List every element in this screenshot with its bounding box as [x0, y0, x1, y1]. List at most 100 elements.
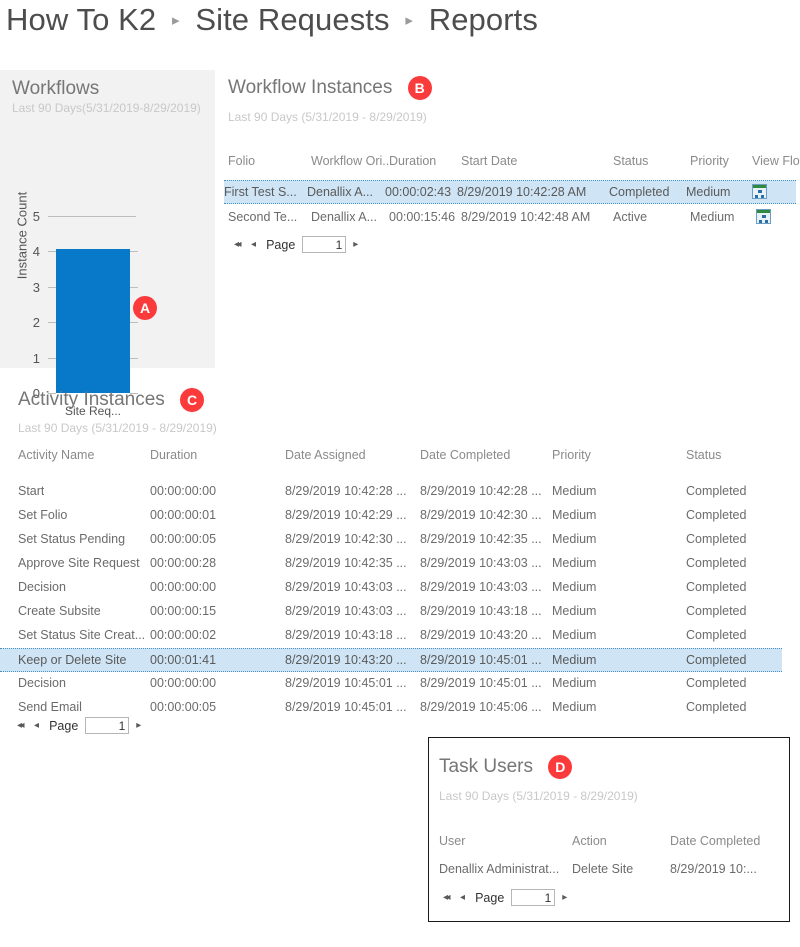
bar-site-requests[interactable]: [56, 249, 130, 393]
breadcrumb: How To K2 ▸ Site Requests ▸ Reports: [6, 2, 538, 38]
annotation-badge-c: C: [180, 388, 204, 412]
cell-start-date: 8/29/2019 10:42:48 AM: [461, 210, 590, 224]
cell-activity-name: Keep or Delete Site: [18, 653, 126, 667]
view-flow-icon[interactable]: [752, 184, 767, 199]
table-row[interactable]: Keep or Delete Site 00:00:01:41 8/29/201…: [0, 648, 782, 672]
previous-page-icon[interactable]: ◂: [460, 893, 465, 903]
column-header-status[interactable]: Status: [686, 448, 721, 462]
cell-duration: 00:00:00:00: [150, 580, 216, 594]
cell-status: Completed: [686, 580, 746, 594]
column-header-priority[interactable]: Priority: [552, 448, 591, 462]
table-row[interactable]: Set Status Pending 00:00:00:05 8/29/2019…: [18, 528, 782, 552]
page-number-input[interactable]: [302, 236, 346, 253]
pager-label: Page: [49, 719, 78, 733]
task-users-table: User Action Date Completed Denallix Admi…: [439, 834, 779, 880]
task-users-pager: ◂◂ ◂ Page ▸: [443, 889, 577, 906]
y-tick-label-4: 4: [18, 244, 40, 259]
cell-action: Delete Site: [572, 862, 633, 876]
table-row[interactable]: Decision 00:00:00:00 8/29/2019 10:43:03 …: [18, 576, 782, 600]
cell-duration: 00:00:00:05: [150, 532, 216, 546]
y-tick-line-1-right: [130, 358, 138, 359]
column-header-user[interactable]: User: [439, 834, 465, 848]
workflow-instances-pager: ◂◂ ◂ Page ▸: [234, 236, 368, 253]
cell-activity-name: Start: [18, 484, 44, 498]
cell-start-date: 8/29/2019 10:42:28 AM: [457, 185, 586, 199]
view-flow-cell[interactable]: [752, 184, 767, 202]
y-tick-line-5: [48, 216, 136, 217]
table-row[interactable]: Denallix Administrat... Delete Site 8/29…: [439, 858, 779, 882]
activity-instances-title: Activity Instances C: [18, 388, 204, 412]
breadcrumb-item-reports[interactable]: Reports: [429, 2, 538, 37]
first-page-icon[interactable]: ◂◂: [17, 721, 22, 731]
cell-priority: Medium: [686, 185, 730, 199]
breadcrumb-item-how-to-k2[interactable]: How To K2: [6, 2, 156, 37]
workflow-instances-title: Workflow Instances B: [228, 76, 432, 100]
view-flow-icon[interactable]: [756, 209, 771, 224]
next-page-icon[interactable]: ▸: [562, 893, 567, 903]
cell-date-completed: 8/29/2019 10:43:03 ...: [420, 580, 542, 594]
cell-workflow-origin: Denallix A...: [311, 210, 377, 224]
table-row[interactable]: Start 00:00:00:00 8/29/2019 10:42:28 ...…: [18, 480, 782, 504]
cell-duration: 00:00:02:43: [385, 185, 451, 199]
cell-duration: 00:00:00:15: [150, 604, 216, 618]
page-number-input[interactable]: [511, 889, 555, 906]
column-header-folio[interactable]: Folio: [228, 154, 255, 168]
y-tick-label-3: 3: [18, 280, 40, 295]
previous-page-icon[interactable]: ◂: [251, 240, 256, 250]
next-page-icon[interactable]: ▸: [136, 721, 141, 731]
cell-status: Completed: [686, 556, 746, 570]
cell-priority: Medium: [552, 628, 596, 642]
cell-status: Completed: [686, 676, 746, 690]
next-page-icon[interactable]: ▸: [353, 240, 358, 250]
table-row[interactable]: Approve Site Request 00:00:00:28 8/29/20…: [18, 552, 782, 576]
column-header-date-assigned[interactable]: Date Assigned: [285, 448, 366, 462]
first-page-icon[interactable]: ◂◂: [443, 893, 448, 903]
cell-date-assigned: 8/29/2019 10:43:03 ...: [285, 580, 407, 594]
workflows-bar-chart: Instance Count 5 4 3 2 1 0 Site Req...: [0, 70, 215, 368]
table-row[interactable]: First Test S... Denallix A... 00:00:02:4…: [224, 180, 796, 204]
view-flow-cell[interactable]: [756, 209, 771, 227]
column-header-activity-name[interactable]: Activity Name: [18, 448, 94, 462]
cell-date-assigned: 8/29/2019 10:42:30 ...: [285, 532, 407, 546]
cell-status: Completed: [686, 653, 746, 667]
annotation-badge-b: B: [408, 76, 432, 100]
cell-date-completed: 8/29/2019 10:42:28 ...: [420, 484, 542, 498]
column-header-date-completed[interactable]: Date Completed: [670, 834, 760, 848]
task-users-title-text: Task Users: [439, 756, 533, 777]
cell-status: Completed: [686, 628, 746, 642]
table-row[interactable]: Set Folio 00:00:00:01 8/29/2019 10:42:29…: [18, 504, 782, 528]
table-row[interactable]: Create Subsite 00:00:00:15 8/29/2019 10:…: [18, 600, 782, 624]
column-header-action[interactable]: Action: [572, 834, 607, 848]
breadcrumb-separator-icon: ▸: [405, 12, 413, 29]
table-row[interactable]: Second Te... Denallix A... 00:00:15:46 8…: [228, 206, 793, 230]
y-tick-line-3-right: [130, 287, 138, 288]
page-number-input[interactable]: [85, 717, 129, 734]
cell-activity-name: Set Status Pending: [18, 532, 125, 546]
cell-date-assigned: 8/29/2019 10:43:03 ...: [285, 604, 407, 618]
table-header-row: Activity Name Duration Date Assigned Dat…: [18, 448, 782, 470]
cell-priority: Medium: [552, 580, 596, 594]
pager-label: Page: [266, 238, 295, 252]
cell-date-completed: 8/29/2019 10:43:03 ...: [420, 556, 542, 570]
breadcrumb-item-site-requests[interactable]: Site Requests: [195, 2, 389, 37]
cell-date-completed: 8/29/2019 10:...: [670, 862, 757, 876]
column-header-duration[interactable]: Duration: [150, 448, 197, 462]
workflow-instances-table: Folio Workflow Ori... Duration Start Dat…: [228, 154, 793, 224]
column-header-duration[interactable]: Duration: [389, 154, 436, 168]
cell-date-assigned: 8/29/2019 10:42:28 ...: [285, 484, 407, 498]
previous-page-icon[interactable]: ◂: [34, 721, 39, 731]
column-header-status[interactable]: Status: [613, 154, 648, 168]
table-row[interactable]: Decision 00:00:00:00 8/29/2019 10:45:01 …: [18, 672, 782, 696]
table-row[interactable]: Set Status Site Creat... 00:00:00:02 8/2…: [18, 624, 782, 648]
cell-activity-name: Send Email: [18, 700, 82, 714]
cell-activity-name: Decision: [18, 676, 66, 690]
cell-priority: Medium: [552, 676, 596, 690]
first-page-icon[interactable]: ◂◂: [234, 240, 239, 250]
column-header-date-completed[interactable]: Date Completed: [420, 448, 510, 462]
column-header-workflow-origin[interactable]: Workflow Ori...: [311, 154, 393, 168]
column-header-start-date[interactable]: Start Date: [461, 154, 517, 168]
activity-instances-table: Activity Name Duration Date Assigned Dat…: [18, 448, 782, 710]
column-header-view-flow[interactable]: View Flow: [752, 154, 800, 168]
column-header-priority[interactable]: Priority: [690, 154, 729, 168]
cell-date-assigned: 8/29/2019 10:45:01 ...: [285, 700, 407, 714]
